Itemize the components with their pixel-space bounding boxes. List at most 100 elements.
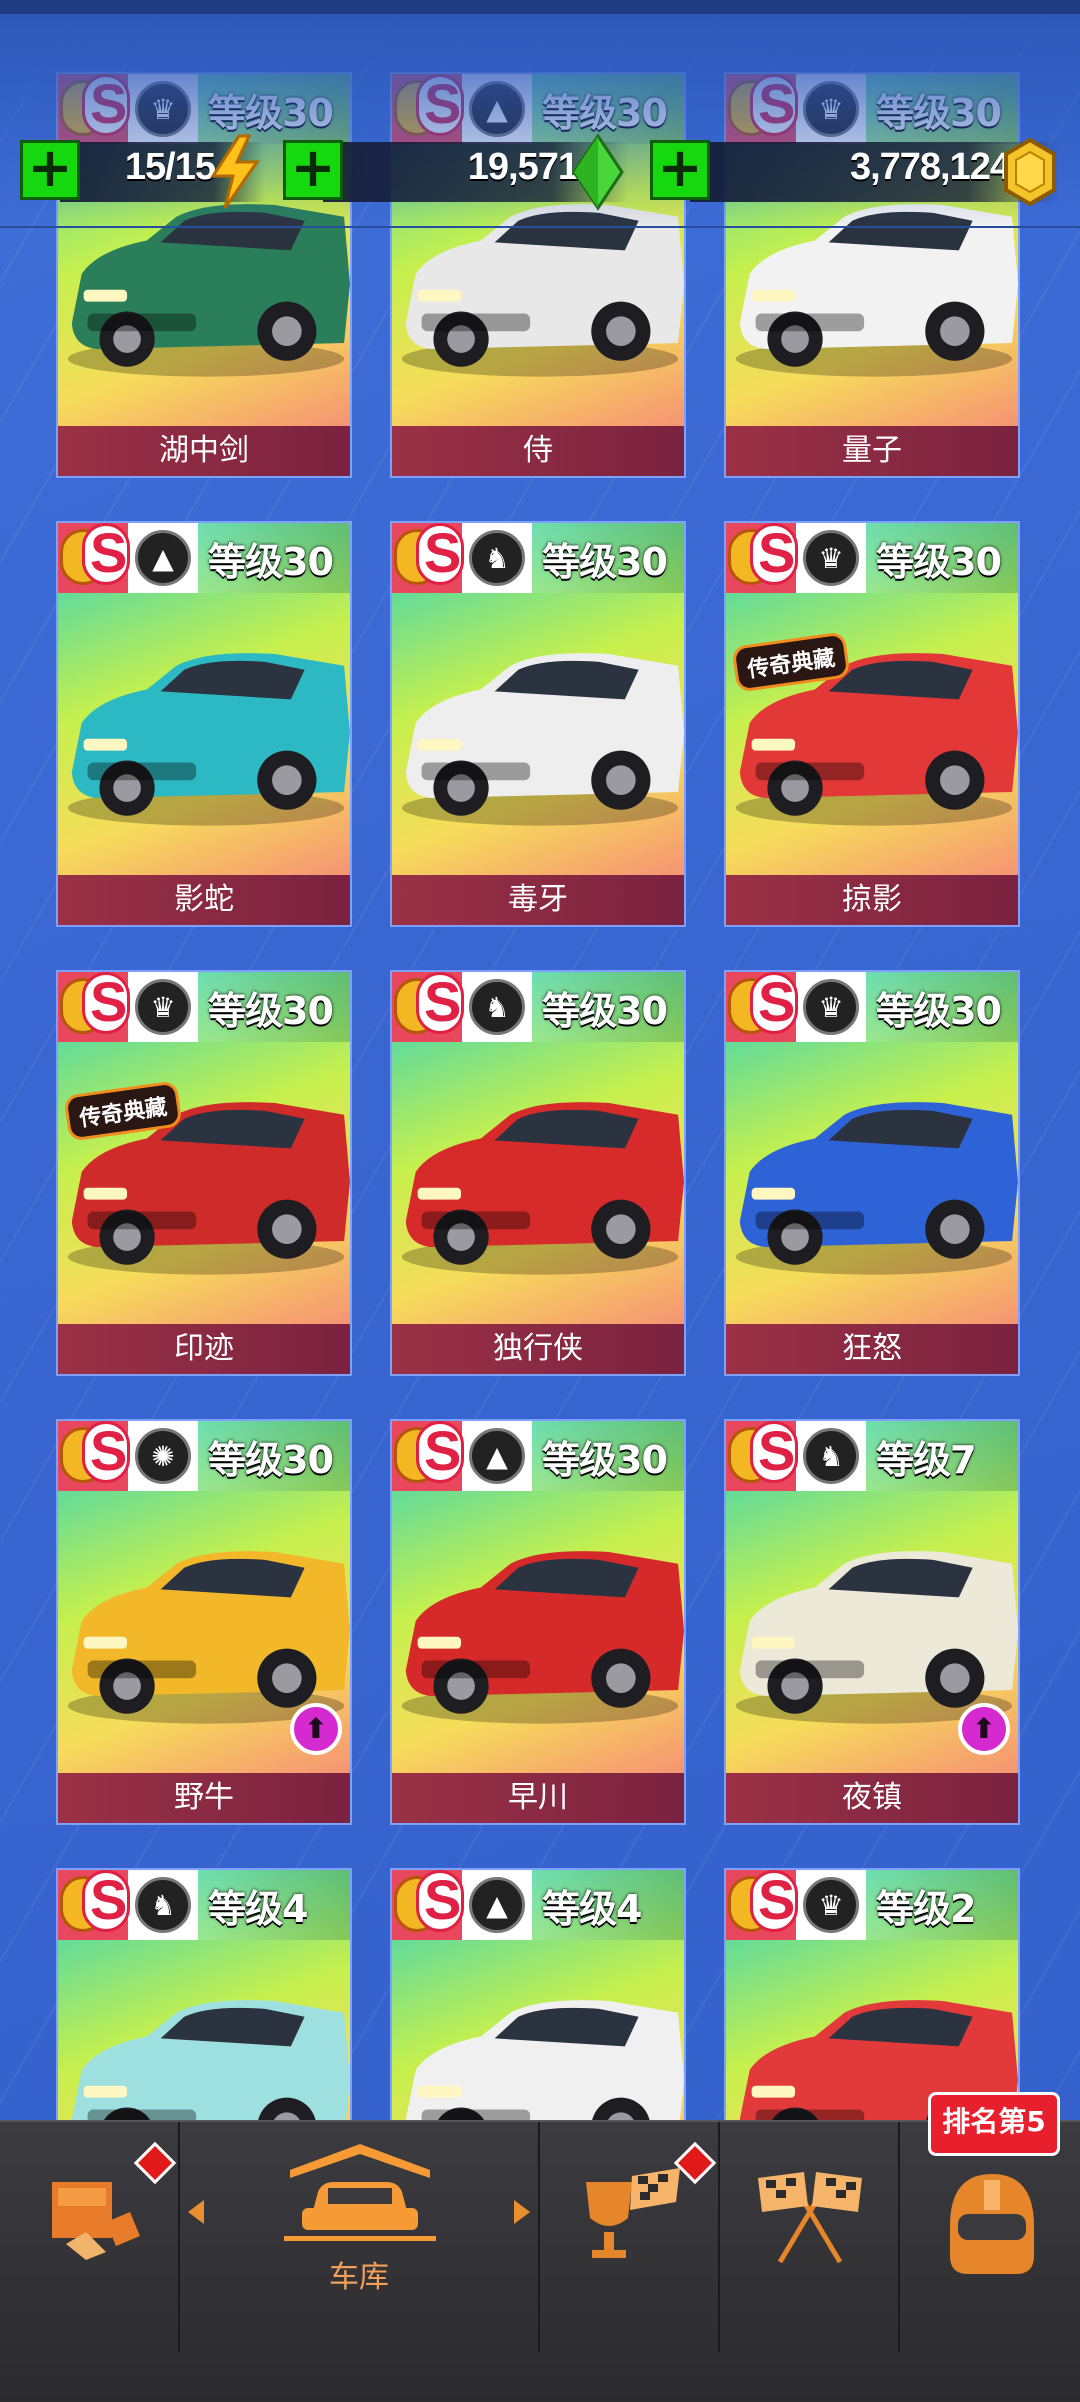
car-card[interactable]: S ♞ 等级30 独行侠 — [390, 970, 686, 1376]
car-grade: 等级30 — [532, 972, 684, 1042]
rarity-ss-icon: S — [726, 1870, 798, 1940]
card-header: S ▲ 等级4 — [392, 1870, 684, 1940]
car-name: 毒牙 — [392, 875, 684, 925]
header-divider — [0, 226, 1080, 228]
car-card[interactable]: S ▲ 等级30 早川 — [390, 1419, 686, 1825]
rarity-ss-icon: S — [726, 1421, 798, 1491]
rarity-ss-icon: S — [58, 523, 130, 593]
car-name: 狂怒 — [726, 1324, 1018, 1374]
car-grade: 等级2 — [866, 1870, 1018, 1940]
car-name: 影蛇 — [58, 875, 350, 925]
card-header: S ♛ 等级30 — [58, 972, 350, 1042]
crown-icon: ♛ — [803, 530, 859, 586]
coin-icon — [1004, 137, 1056, 207]
rarity-ss-icon: S — [392, 972, 464, 1042]
road-icon: ▲ — [135, 530, 191, 586]
car-card[interactable]: S ♞ 等级7 夜镇 ⬆ — [724, 1419, 1020, 1825]
car-grade: 等级30 — [198, 1421, 350, 1491]
road-icon: ▲ — [469, 1877, 525, 1933]
crown-icon: ♛ — [803, 1877, 859, 1933]
rarity-ss-icon: S — [58, 1421, 130, 1491]
car-card[interactable]: S ✺ 等级30 野牛 ⬆ — [56, 1419, 352, 1825]
card-header: S ▲ 等级30 — [392, 1421, 684, 1491]
car-card[interactable]: S ♛ 等级30 狂怒 — [724, 970, 1020, 1376]
garage-label: 车库 — [329, 2260, 389, 2295]
garage-icon — [284, 2144, 436, 2241]
car-grade: 等级30 — [866, 972, 1018, 1042]
car-card[interactable]: S ♛ 等级30 掠影 传奇典藏 — [724, 521, 1020, 927]
rarity-ss-icon: S — [392, 523, 464, 593]
car-card[interactable]: S ♞ 等级30 毒牙 — [390, 521, 686, 927]
nav-garage[interactable]: 车库 — [180, 2122, 538, 2402]
arrow-left-icon[interactable] — [188, 2200, 204, 2224]
trophy-icon — [586, 2168, 680, 2258]
road-icon: ▲ — [469, 1428, 525, 1484]
upgrade-arrow-icon[interactable]: ⬆ — [290, 1703, 342, 1755]
add-energy-button[interactable]: + — [20, 140, 80, 200]
car-grade: 等级4 — [198, 1870, 350, 1940]
car-grade: 等级30 — [866, 523, 1018, 593]
car-name: 侍 — [392, 426, 684, 476]
car-grade: 等级30 — [532, 1421, 684, 1491]
car-grade: 等级7 — [866, 1421, 1018, 1491]
gems-counter: + 19,571 — [283, 132, 628, 212]
rarity-ss-icon: S — [392, 1870, 464, 1940]
card-header: S ▲ 等级30 — [58, 523, 350, 593]
card-header: S ♞ 等级30 — [392, 972, 684, 1042]
car-image — [401, 653, 684, 826]
crown-icon: ♛ — [803, 979, 859, 1035]
car-grade: 等级30 — [198, 972, 350, 1042]
car-image — [67, 1102, 350, 1275]
gems-value: 19,571 — [467, 146, 579, 188]
coins-value: 3,778,124 — [849, 146, 1011, 188]
upgrade-arrow-icon[interactable]: ⬆ — [958, 1703, 1010, 1755]
nav-race[interactable] — [720, 2122, 898, 2402]
car-grade: 等级30 — [198, 523, 350, 593]
card-header: S ♛ 等级30 — [726, 972, 1018, 1042]
rarity-ss-icon: S — [58, 972, 130, 1042]
car-image — [735, 1102, 1018, 1275]
bottom-nav: 车库 — [0, 2120, 1080, 2402]
rarity-ss-icon: S — [392, 1421, 464, 1491]
lightning-icon — [210, 134, 260, 209]
card-header: S ♞ 等级7 — [726, 1421, 1018, 1491]
car-grade: 等级30 — [532, 523, 684, 593]
nav-shop[interactable] — [0, 2122, 178, 2402]
car-name: 湖中剑 — [58, 426, 350, 476]
rarity-ss-icon: S — [726, 972, 798, 1042]
rank-badge: 排名第5 — [928, 2092, 1060, 2156]
nav-profile[interactable] — [900, 2122, 1080, 2402]
helmet-icon — [950, 2174, 1034, 2274]
status-strip — [0, 0, 1080, 14]
gem-icon — [572, 133, 624, 211]
horse-icon: ♞ — [803, 1428, 859, 1484]
wheel-icon: ✺ — [135, 1428, 191, 1484]
rarity-ss-icon: S — [58, 1870, 130, 1940]
race-flags-icon — [758, 2172, 862, 2264]
shop-icon — [52, 2182, 140, 2260]
card-header: S ♛ 等级2 — [726, 1870, 1018, 1940]
energy-counter: + 15/15 — [20, 132, 265, 212]
add-gems-button[interactable]: + — [283, 140, 343, 200]
car-image — [67, 653, 350, 826]
car-name: 早川 — [392, 1773, 684, 1823]
car-card[interactable]: S ▲ 等级30 影蛇 — [56, 521, 352, 927]
car-image — [401, 1551, 684, 1724]
car-name: 掠影 — [726, 875, 1018, 925]
card-header: S ✺ 等级30 — [58, 1421, 350, 1491]
horse-icon: ♞ — [469, 979, 525, 1035]
card-header: S ♞ 等级30 — [392, 523, 684, 593]
nav-events[interactable] — [540, 2122, 718, 2402]
add-coins-button[interactable]: + — [650, 140, 710, 200]
car-card[interactable]: S ♛ 等级30 印迹 传奇典藏 — [56, 970, 352, 1376]
card-header: S ♞ 等级4 — [58, 1870, 350, 1940]
rarity-ss-icon: S — [726, 523, 798, 593]
card-header: S ♛ 等级30 — [726, 523, 1018, 593]
car-name: 印迹 — [58, 1324, 350, 1374]
crown-icon: ♛ — [135, 979, 191, 1035]
arrow-right-icon[interactable] — [514, 2200, 530, 2224]
car-image — [401, 1102, 684, 1275]
car-name: 野牛 — [58, 1773, 350, 1823]
car-name: 独行侠 — [392, 1324, 684, 1374]
car-image — [735, 653, 1018, 826]
